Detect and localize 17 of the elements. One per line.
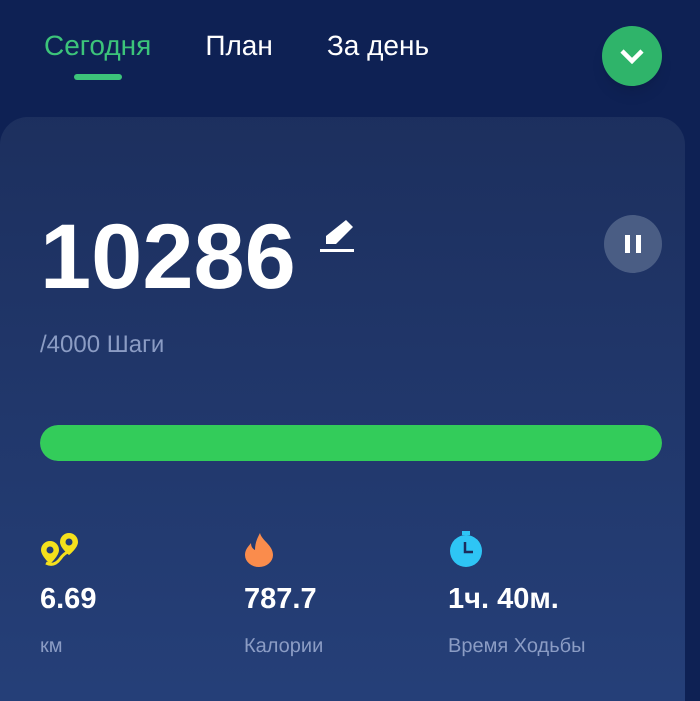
stat-label: км — [40, 634, 64, 659]
tab[interactable]: Сегодня — [44, 26, 152, 80]
stat-value: 787.7 — [244, 582, 318, 617]
route-pins-icon — [40, 533, 80, 567]
step-goal: /4000 Шаги — [40, 330, 166, 360]
stopwatch-icon — [448, 531, 484, 567]
chevron-down-icon — [619, 48, 645, 64]
tab[interactable]: План — [205, 26, 273, 80]
pause-icon — [623, 234, 643, 254]
stat-label: Калории — [244, 634, 324, 659]
tab[interactable]: За день — [326, 26, 430, 80]
stat-label: Время Ходьбы — [448, 634, 586, 659]
flame-icon — [244, 533, 274, 567]
stat-value: 6.69 — [40, 582, 98, 617]
edit-icon[interactable] — [320, 219, 356, 253]
stat-value: 1ч. 40м. — [448, 582, 560, 617]
step-count: 10286 — [40, 207, 296, 307]
